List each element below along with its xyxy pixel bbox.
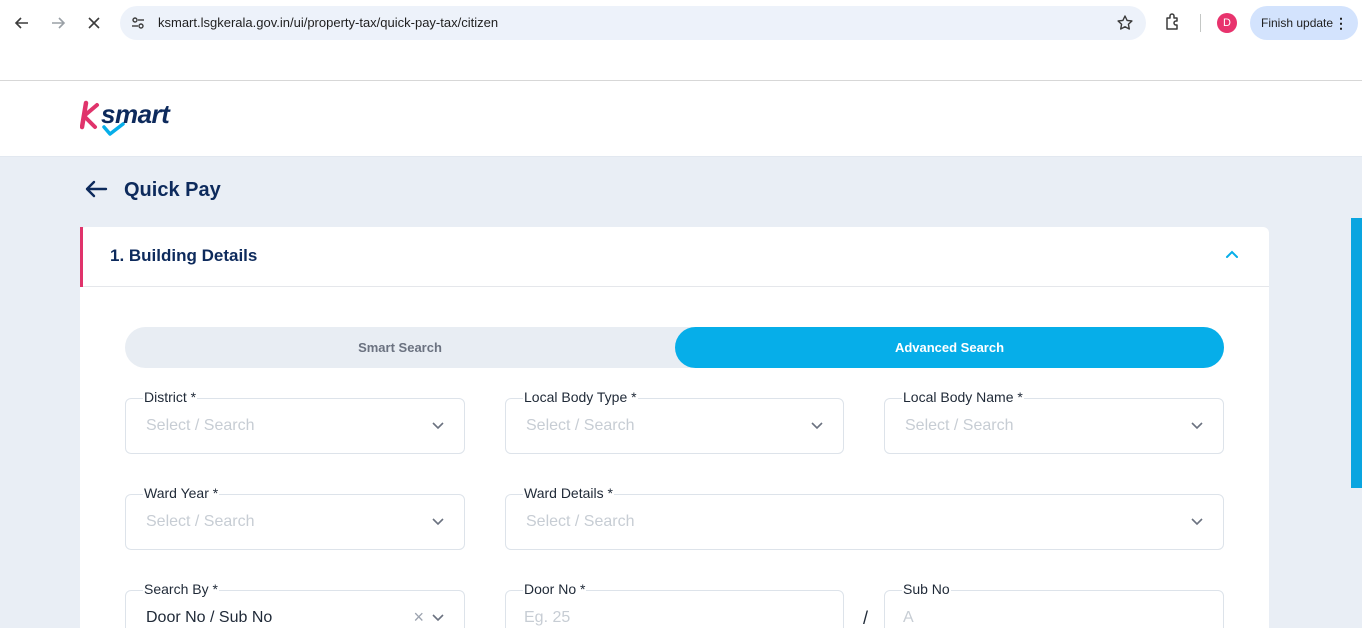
chevron-down-icon[interactable]	[432, 614, 444, 622]
district-placeholder: Select / Search	[146, 417, 255, 434]
ward-details-label: Ward Details *	[523, 485, 614, 501]
page-scrollbar-thumb[interactable]	[1351, 218, 1362, 488]
arrow-left-icon	[14, 17, 28, 29]
local-body-type-label: Local Body Type *	[523, 389, 638, 405]
page-title: Quick Pay	[124, 179, 221, 201]
sub-no-placeholder: A	[903, 609, 914, 626]
local-body-type-placeholder: Select / Search	[526, 417, 635, 434]
chevron-down-icon	[811, 422, 823, 430]
local-body-name-placeholder: Select / Search	[905, 417, 1014, 434]
smart-search-tab[interactable]: Smart Search	[125, 327, 675, 368]
site-settings-icon[interactable]	[130, 15, 146, 31]
ward-details-placeholder: Select / Search	[526, 513, 635, 530]
back-nav-button[interactable]	[10, 11, 34, 35]
forward-nav-button[interactable]	[46, 11, 70, 35]
bookmark-star-icon[interactable]	[1116, 14, 1134, 32]
page-body: Quick Pay 1. Building Details Smart Sear…	[0, 157, 1362, 628]
stop-loading-button[interactable]	[82, 11, 106, 35]
search-by-label: Search By *	[143, 581, 219, 597]
toolbar-separator	[1200, 14, 1201, 32]
more-vert-icon: ⋮	[1334, 15, 1348, 31]
building-details-card: 1. Building Details Smart Search Advance…	[80, 227, 1269, 628]
chevron-up-icon[interactable]	[1225, 249, 1239, 259]
ward-details-select[interactable]: Select / Search	[505, 494, 1224, 550]
door-no-placeholder: Eg. 25	[524, 609, 571, 626]
sub-no-label: Sub No	[902, 581, 951, 597]
profile-avatar[interactable]: D	[1217, 13, 1237, 33]
chevron-down-icon	[1191, 422, 1203, 430]
search-mode-toggle: Smart Search Advanced Search	[125, 327, 1224, 368]
close-icon	[88, 17, 100, 29]
url-text: ksmart.lsgkerala.gov.in/ui/property-tax/…	[158, 15, 499, 30]
local-body-name-select[interactable]: Select / Search	[884, 398, 1224, 454]
finish-update-label: Finish update	[1261, 16, 1334, 30]
advanced-search-tab[interactable]: Advanced Search	[675, 327, 1224, 368]
svg-text:smart: smart	[101, 99, 171, 129]
address-bar[interactable]: ksmart.lsgkerala.gov.in/ui/property-tax/…	[120, 6, 1146, 40]
app-header: smart	[0, 81, 1362, 157]
clear-x-icon[interactable]: ×	[413, 607, 424, 628]
ward-year-placeholder: Select / Search	[146, 513, 255, 530]
chevron-down-icon	[432, 422, 444, 430]
search-by-value: Door No / Sub No	[146, 609, 273, 626]
district-select[interactable]: Select / Search	[125, 398, 465, 454]
section-title: 1. Building Details	[110, 246, 258, 265]
local-body-name-label: Local Body Name *	[902, 389, 1024, 405]
browser-toolbar: ksmart.lsgkerala.gov.in/ui/property-tax/…	[0, 0, 1362, 46]
chevron-down-icon	[1191, 518, 1203, 526]
district-label: District *	[143, 389, 198, 405]
back-arrow-icon[interactable]	[84, 179, 108, 199]
ward-year-label: Ward Year *	[143, 485, 220, 501]
finish-update-button[interactable]: Finish update ⋮	[1250, 6, 1358, 40]
chevron-down-icon	[432, 518, 444, 526]
door-sub-separator: /	[863, 608, 869, 628]
local-body-type-select[interactable]: Select / Search	[505, 398, 844, 454]
extensions-puzzle-icon[interactable]	[1163, 12, 1183, 32]
section-header[interactable]: 1. Building Details	[80, 227, 1269, 287]
ward-year-select[interactable]: Select / Search	[125, 494, 465, 550]
arrow-right-icon	[52, 17, 66, 29]
ksmart-logo[interactable]: smart	[80, 97, 184, 143]
section-accent-bar	[80, 227, 83, 287]
door-no-label: Door No *	[523, 581, 587, 597]
